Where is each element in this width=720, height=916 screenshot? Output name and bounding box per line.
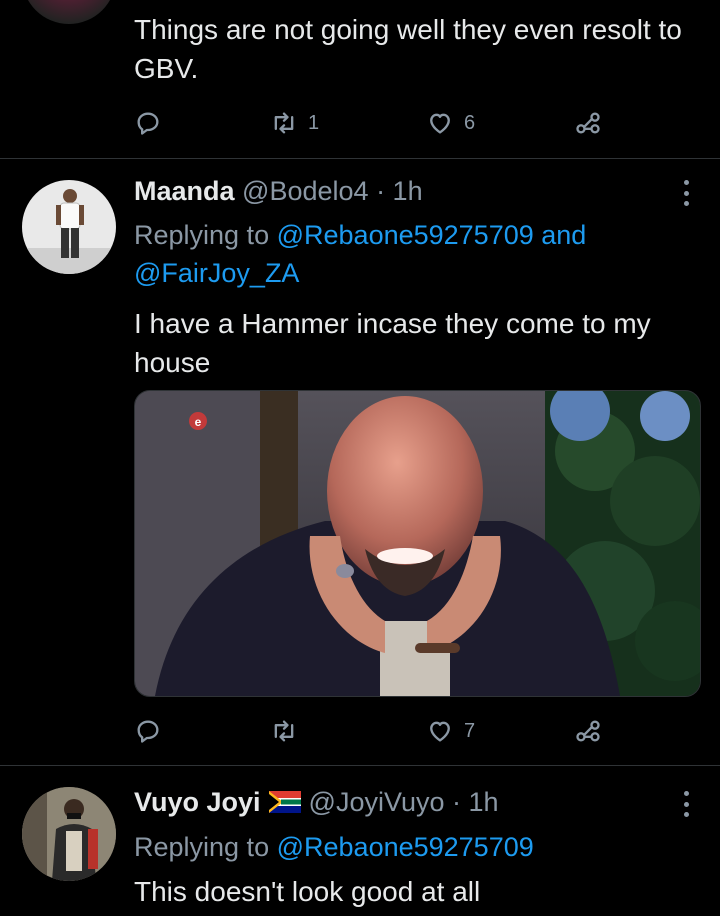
person-figure: [22, 189, 116, 274]
timestamp[interactable]: · 1h: [376, 176, 423, 206]
avatar[interactable]: [22, 0, 116, 24]
like-icon: [430, 721, 450, 742]
share-button[interactable]: [574, 108, 602, 138]
user-handle[interactable]: @Bodelo4: [242, 176, 369, 206]
tweet-header: Maanda @Bodelo4 · 1h: [134, 176, 423, 207]
like-count: 7: [464, 719, 476, 742]
avatar[interactable]: [22, 787, 116, 881]
retweet-icon: [274, 720, 294, 742]
meme-image: e: [135, 391, 700, 696]
like-count: 6: [464, 111, 476, 134]
media-badge-text: e: [195, 415, 202, 429]
share-icon: [576, 112, 600, 134]
more-icon: [683, 791, 689, 796]
tweet-image[interactable]: e: [134, 390, 701, 697]
user-handle[interactable]: @JoyiVuyo: [309, 787, 445, 817]
south-africa-flag-icon: [268, 790, 301, 813]
retweet-icon: [274, 112, 294, 134]
more-icon: [683, 180, 689, 185]
reply-icon: [137, 112, 159, 135]
like-button[interactable]: 7: [426, 716, 475, 746]
mention-link[interactable]: @FairJoy_ZA: [134, 258, 299, 288]
more-options-button[interactable]: [682, 791, 690, 817]
share-button[interactable]: [574, 716, 602, 746]
tweet-text: Things are not going well they even reso…: [134, 14, 682, 84]
retweet-button[interactable]: 1: [270, 108, 319, 138]
reply-icon: [137, 720, 159, 743]
tweet-1[interactable]: Things are not going well they even reso…: [0, 0, 720, 158]
tweet-text: I have a Hammer incase they come to my h…: [134, 308, 651, 378]
person-figure: [22, 787, 116, 881]
timestamp[interactable]: · 1h: [452, 787, 499, 817]
replying-to: Replying to @Rebaone59275709 and @FairJo…: [134, 220, 587, 288]
share-icon: [576, 720, 600, 742]
tweet-3[interactable]: Vuyo Joyi @JoyiVuyo · 1h Replying to @Re…: [0, 766, 720, 916]
more-options-button[interactable]: [682, 180, 690, 206]
tweet-header: Vuyo Joyi @JoyiVuyo · 1h: [134, 787, 499, 818]
like-icon: [430, 113, 450, 134]
mention-link[interactable]: @Rebaone59275709: [277, 832, 534, 862]
display-name[interactable]: Maanda: [134, 176, 235, 206]
retweet-count: 1: [308, 111, 320, 134]
tweet-actions: 7: [134, 716, 614, 746]
reply-button[interactable]: [134, 108, 162, 138]
tweet-actions: 1 6: [134, 108, 614, 138]
retweet-button[interactable]: [270, 716, 308, 746]
reply-button[interactable]: [134, 716, 162, 746]
tweet-2[interactable]: Maanda @Bodelo4 · 1h Replying to @Rebaon…: [0, 159, 720, 765]
mention-link[interactable]: @Rebaone59275709: [277, 220, 534, 250]
tweet-text: This doesn't look good at all: [134, 876, 481, 907]
avatar[interactable]: [22, 180, 116, 274]
like-button[interactable]: 6: [426, 108, 475, 138]
display-name[interactable]: Vuyo Joyi: [134, 787, 261, 817]
replying-to: Replying to @Rebaone59275709: [134, 832, 534, 862]
